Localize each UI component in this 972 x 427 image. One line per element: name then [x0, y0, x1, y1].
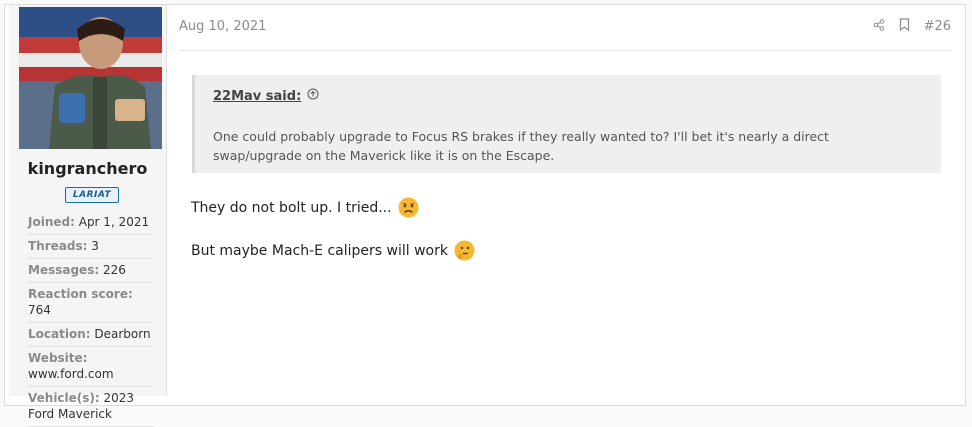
post-actions: #26 — [873, 18, 951, 35]
post-date[interactable]: Aug 10, 2021 — [179, 19, 266, 34]
username[interactable]: kingranchero — [9, 159, 166, 178]
stat-value: Dearborn — [94, 327, 151, 341]
arrow-up-circle-icon[interactable] — [307, 88, 319, 104]
quote-text: One could probably upgrade to Focus RS b… — [213, 129, 829, 163]
stat-value: 3 — [91, 239, 99, 253]
stat-vehicle: Vehicle(s): 2023 Ford Maverick — [28, 387, 154, 427]
stat-key: Website: — [28, 351, 88, 365]
message-text: They do not bolt up. I tried... — [191, 199, 392, 216]
stat-key: Reaction score: — [28, 287, 133, 301]
message-line: They do not bolt up. I tried... — [191, 197, 419, 218]
stat-key: Location: — [28, 327, 91, 341]
stat-value-link[interactable]: www.ford.com — [28, 367, 114, 381]
post-main: Aug 10, 2021 #26 22Mav said: One could p… — [167, 5, 965, 405]
share-icon[interactable] — [873, 18, 885, 35]
stat-value: Apr 1, 2021 — [78, 215, 150, 229]
sad-face-emoji-icon — [398, 197, 419, 218]
bookmark-icon[interactable] — [899, 18, 910, 35]
stat-reaction-score: Reaction score: 764 — [28, 283, 154, 323]
message-text: But maybe Mach-E calipers will work — [191, 242, 448, 259]
stat-value: 226 — [102, 263, 126, 277]
thinking-face-emoji-icon — [454, 240, 475, 261]
stat-key: Vehicle(s): — [28, 391, 100, 405]
stat-threads: Threads: 3 — [28, 235, 154, 259]
user-sidebar: kingranchero LARIAT Joined: Apr 1, 2021 … — [9, 5, 167, 427]
stat-joined: Joined: Apr 1, 2021 — [28, 211, 154, 235]
stat-key: Threads: — [28, 239, 88, 253]
user-title-badge: LARIAT — [65, 187, 119, 203]
post-container: kingranchero LARIAT Joined: Apr 1, 2021 … — [4, 4, 966, 427]
stat-website: Website: www.ford.com — [28, 347, 154, 387]
stat-key: Messages: — [28, 263, 100, 277]
avatar[interactable] — [19, 7, 162, 149]
stat-messages: Messages: 226 — [28, 259, 154, 283]
quote-header: 22Mav said: — [213, 88, 319, 104]
quote-block: 22Mav said: One could probably upgrade t… — [192, 75, 941, 173]
message-line: But maybe Mach-E calipers will work — [191, 240, 475, 261]
stat-value: 764 — [28, 303, 51, 317]
stat-location: Location: Dearborn — [28, 323, 154, 347]
header-divider — [179, 50, 951, 51]
quote-author-link[interactable]: 22Mav said: — [213, 89, 301, 104]
stat-key: Joined: — [28, 215, 75, 229]
post-number-link[interactable]: #26 — [924, 19, 951, 34]
